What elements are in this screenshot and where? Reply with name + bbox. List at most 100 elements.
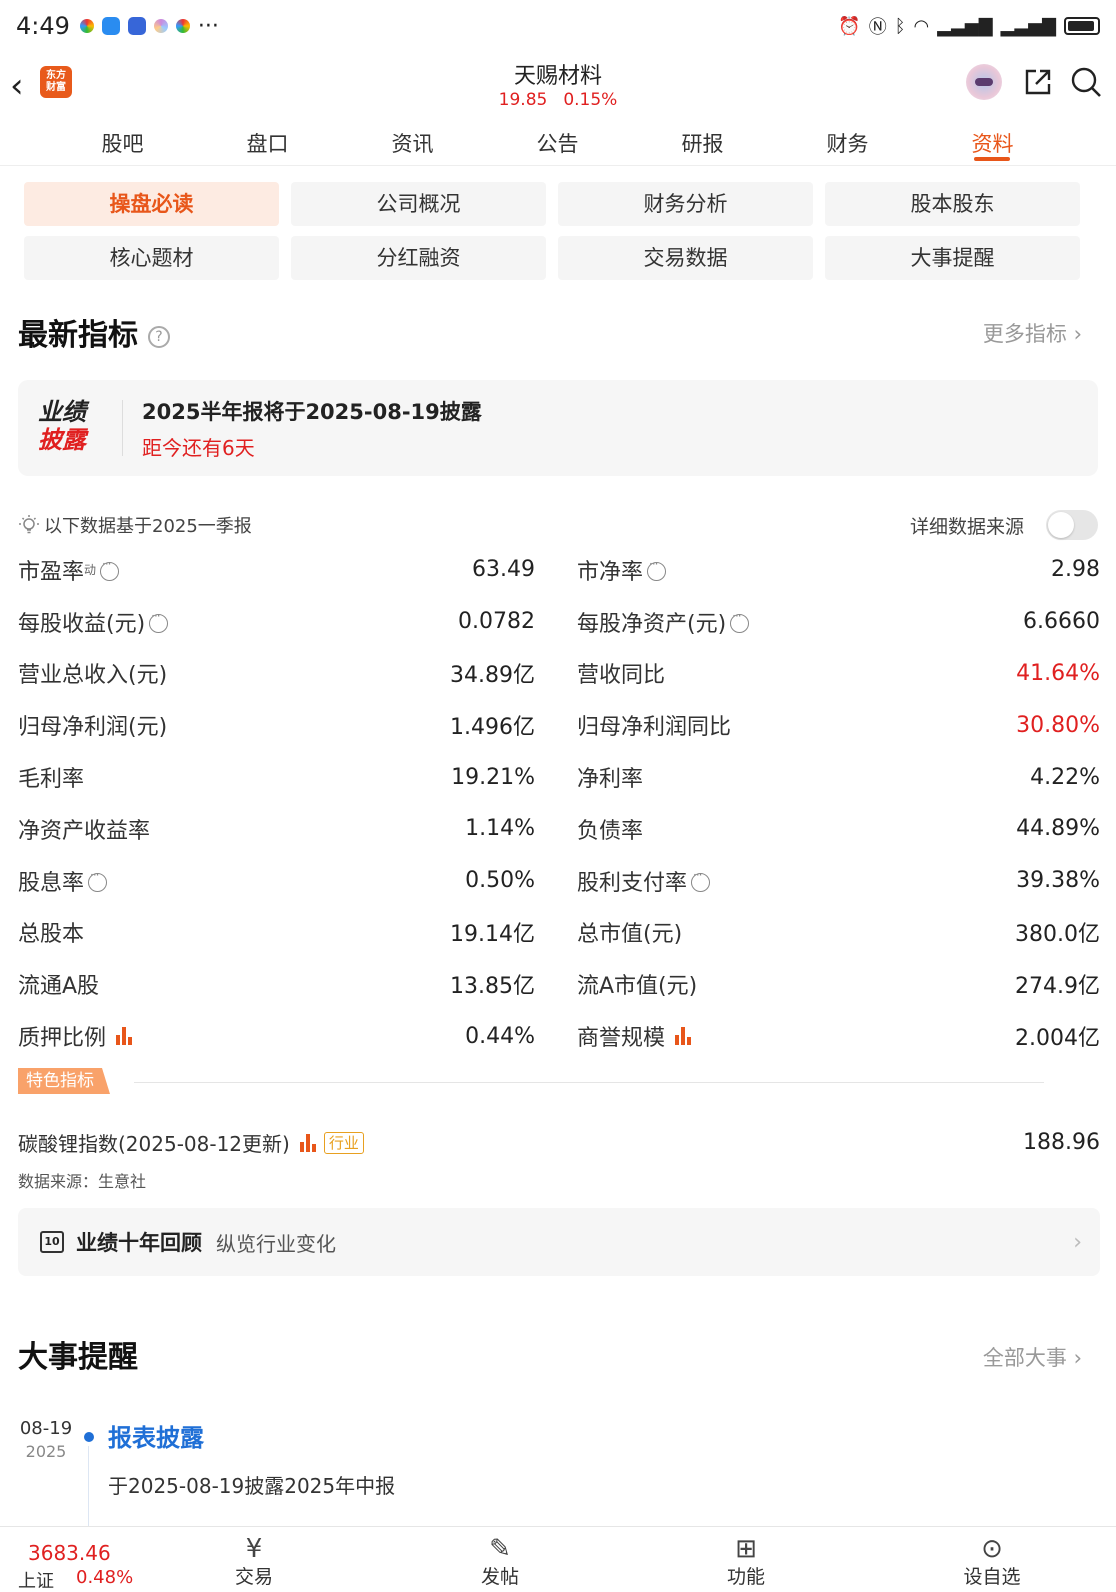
subnav-must-read[interactable]: 操盘必读	[24, 182, 279, 226]
app-notification-icon	[153, 19, 168, 33]
info-icon[interactable]	[730, 609, 750, 634]
status-app-icons: ···	[79, 13, 219, 39]
all-events-link[interactable]: 全部大事 ›	[983, 1342, 1082, 1372]
more-notifications-icon: ···	[197, 13, 219, 39]
app-notification-icon	[101, 17, 120, 35]
metric-pe: 市盈率动 63.49	[18, 544, 559, 596]
special-indicators-tag: 特色指标	[18, 1068, 110, 1094]
info-icon[interactable]	[100, 557, 120, 582]
metric-row: 股息率 0.50% 股利支付率 39.38%	[18, 855, 1100, 907]
more-circle-icon: ⊙	[981, 1534, 1003, 1564]
ai-assistant-icon[interactable]	[966, 64, 1002, 100]
nav-add-watchlist[interactable]: ⊙ 设自选	[942, 1533, 1042, 1589]
info-icon[interactable]	[647, 557, 667, 582]
subnav-trading-data[interactable]: 交易数据	[558, 236, 813, 280]
info-icon[interactable]	[149, 609, 169, 634]
data-basis-note: 以下数据基于2025一季报	[18, 512, 252, 538]
search-icon[interactable]	[1070, 66, 1102, 98]
nav-functions[interactable]: ⊞ 功能	[696, 1533, 796, 1589]
wifi-icon: ◠	[913, 15, 930, 37]
metric-net-margin: 净利率 4.22%	[577, 764, 1100, 793]
metric-goodwill[interactable]: 商誉规模 2.004亿	[559, 1010, 1100, 1062]
stock-tabs: 股吧 盘口 资讯 公告 研报 财务 资料	[0, 116, 1116, 166]
subnav-company-overview[interactable]: 公司概况	[291, 182, 546, 226]
metric-eps: 每股收益(元) 0.0782	[18, 596, 559, 648]
metric-revenue-yoy: 营收同比 41.64%	[577, 660, 1100, 689]
share-icon[interactable]	[1022, 66, 1054, 98]
metric-market-cap: 总市值(元) 380.0亿	[577, 922, 1100, 948]
bar-chart-icon[interactable]	[299, 1133, 316, 1152]
event-year: 2025	[25, 1442, 67, 1461]
tab-guba[interactable]: 股吧	[50, 116, 195, 165]
metric-pledge-ratio[interactable]: 质押比例 0.44%	[18, 1010, 559, 1062]
sh-index-name[interactable]: 上证	[18, 1567, 54, 1592]
stock-header: ‹ 东方 财富 天赐材料 19.85 0.15%	[0, 52, 1116, 116]
edit-icon: ✎	[489, 1534, 511, 1564]
sh-index-value[interactable]: 3683.46	[28, 1541, 111, 1565]
yuan-coin-icon: ¥	[245, 1534, 263, 1564]
subnav-event-reminders[interactable]: 大事提醒	[825, 236, 1080, 280]
metric-row: 每股收益(元) 0.0782 每股净资产(元) 6.6660	[18, 596, 1100, 648]
tab-finance[interactable]: 财务	[775, 116, 920, 165]
help-icon[interactable]: ?	[148, 325, 170, 348]
subnav-shareholders[interactable]: 股本股东	[825, 182, 1080, 226]
subnav-dividends[interactable]: 分红融资	[291, 236, 546, 280]
metric-revenue: 营业总收入(元) 34.89亿	[18, 663, 535, 689]
info-icon[interactable]	[691, 868, 711, 893]
subnav-financial-analysis[interactable]: 财务分析	[558, 182, 813, 226]
divider	[134, 1082, 1044, 1083]
system-status-icons: ⏰ Ⓝ ᛒ ◠ ▂▃▅▇ ▂▃▅▇	[838, 13, 1100, 39]
data-source-toggle[interactable]	[1046, 510, 1098, 540]
stock-name: 天赐材料	[513, 64, 602, 89]
nav-post[interactable]: ✎ 发帖	[450, 1533, 550, 1589]
metric-float-shares: 流通A股 13.85亿	[18, 974, 535, 1000]
bar-chart-icon[interactable]	[116, 1027, 133, 1046]
review-subtitle: 纵览行业变化	[216, 1231, 336, 1256]
metric-row: 流通A股 13.85亿 流A市值(元) 274.9亿	[18, 958, 1100, 1010]
info-icon[interactable]	[88, 868, 108, 893]
metric-total-shares: 总股本 19.14亿	[18, 922, 535, 948]
lithium-index-value: 188.96	[1023, 1130, 1100, 1155]
event-description: 于2025-08-19披露2025年中报	[108, 1474, 396, 1498]
app-notification-icon	[127, 17, 146, 35]
tab-announcements[interactable]: 公告	[485, 116, 630, 165]
events-title: 大事提醒	[18, 1340, 138, 1375]
metric-pb: 市净率 2.98	[559, 544, 1100, 596]
tab-news[interactable]: 资讯	[340, 116, 485, 165]
metric-row: 总股本 19.14亿 总市值(元) 380.0亿	[18, 907, 1100, 959]
sh-index-change[interactable]: 0.48%	[76, 1567, 133, 1588]
lightbulb-icon	[19, 515, 39, 534]
divider	[122, 400, 123, 456]
metric-bvps: 每股净资产(元) 6.6660	[559, 596, 1100, 648]
status-bar: 4:49 ··· ⏰ Ⓝ ᛒ ◠ ▂▃▅▇ ▂▃▅▇	[0, 0, 1116, 52]
nav-trade[interactable]: ¥ 交易	[204, 1533, 304, 1589]
signal-icon: ▂▃▅▇	[1000, 15, 1056, 37]
more-indicators-link[interactable]: 更多指标 ›	[983, 318, 1082, 348]
app-notification-icon	[79, 19, 94, 33]
event-title[interactable]: 报表披露	[108, 1418, 204, 1453]
tab-pankou[interactable]: 盘口	[195, 116, 340, 165]
calendar-ten-icon: 10	[40, 1231, 64, 1253]
signal-icon: ▂▃▅▇	[937, 15, 993, 37]
alarm-icon: ⏰	[838, 15, 861, 37]
timeline-line	[88, 1446, 89, 1526]
metric-gross-margin: 毛利率 19.21%	[18, 764, 535, 793]
ten-year-review-card[interactable]: 10 业绩十年回顾 纵览行业变化 ›	[18, 1208, 1100, 1276]
event-date: 08-19	[19, 1418, 73, 1439]
lithium-carbonate-index-row[interactable]: 碳酸锂指数(2025-08-12更新) 行业 188.96	[18, 1128, 1100, 1157]
subnav-core-themes[interactable]: 核心题材	[24, 236, 279, 280]
latest-indicators-title: 最新指标?	[18, 310, 170, 354]
disclosure-countdown: 距今还有6天	[142, 436, 255, 460]
bar-chart-icon[interactable]	[675, 1027, 692, 1046]
disclosure-logo: 业绩 披露	[38, 398, 86, 454]
metric-float-market-cap: 流A市值(元) 274.9亿	[577, 974, 1100, 1000]
earnings-disclosure-card[interactable]: 业绩 披露 2025半年报将于2025-08-19披露 距今还有6天	[18, 380, 1098, 476]
tab-research[interactable]: 研报	[630, 116, 775, 165]
status-time: 4:49	[16, 12, 70, 40]
data-source-toggle-label: 详细数据来源	[909, 516, 1024, 538]
industry-tag: 行业	[323, 1131, 364, 1154]
tab-profile[interactable]: 资料	[920, 116, 1065, 165]
bottom-bar: 3683.46 上证 0.48% ¥ 交易 ✎ 发帖 ⊞ 功能 ⊙ 设自选	[0, 1526, 1116, 1592]
metric-net-profit: 归母净利润(元) 1.496亿	[18, 715, 535, 741]
stock-change: 0.15%	[563, 90, 618, 110]
